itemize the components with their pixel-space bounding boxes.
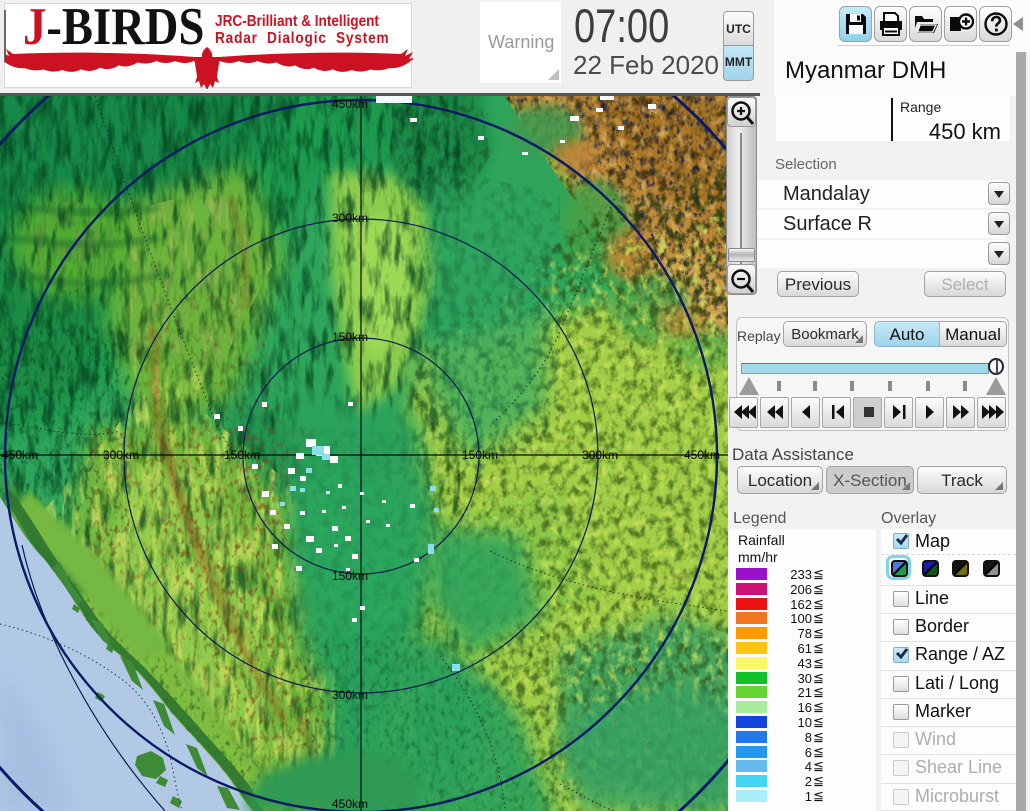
svg-text:300km: 300km — [332, 211, 368, 225]
svg-text:300km: 300km — [332, 688, 368, 702]
svg-text:450km: 450km — [332, 97, 368, 111]
svg-text:150km: 150km — [462, 448, 498, 462]
svg-text:150km: 150km — [332, 330, 368, 344]
svg-text:150km: 150km — [224, 448, 260, 462]
svg-text:450km: 450km — [684, 448, 720, 462]
svg-text:300km: 300km — [103, 448, 139, 462]
svg-text:300km: 300km — [582, 448, 618, 462]
svg-text:450km: 450km — [332, 797, 368, 811]
svg-text:450km: 450km — [2, 448, 38, 462]
svg-text:150km: 150km — [332, 569, 368, 583]
